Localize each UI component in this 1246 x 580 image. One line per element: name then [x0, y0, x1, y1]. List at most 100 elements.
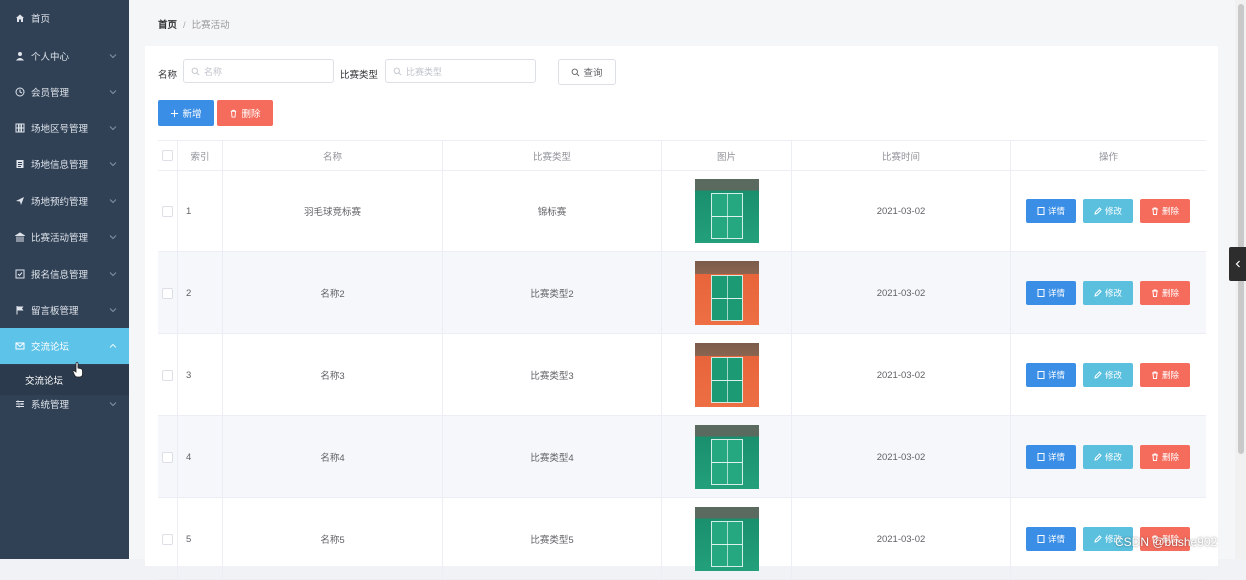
select-all-checkbox[interactable] — [162, 150, 173, 161]
sidebar-item-label: 场地信息管理 — [31, 160, 89, 171]
detail-button-label: 详情 — [1047, 370, 1065, 380]
name-search-input[interactable]: 名称 — [183, 59, 334, 83]
edit-button[interactable]: 修改 — [1083, 199, 1133, 223]
edit-button[interactable]: 修改 — [1083, 363, 1133, 387]
row-checkbox[interactable] — [162, 205, 173, 217]
court-thumbnail[interactable] — [694, 179, 759, 243]
row-checkbox[interactable] — [162, 533, 173, 545]
name-search-label: 名称 — [158, 70, 178, 81]
sidebar-item-system[interactable]: 系统管理 — [0, 386, 129, 422]
chevron-down-icon — [109, 162, 117, 167]
sidebar-item-home[interactable]: 首页 — [0, 0, 129, 36]
sidebar: 首页 个人中心 会员管理 场地区号管理 场地信息管理 场地预约管理 比赛活动管理… — [0, 0, 129, 559]
detail-button[interactable]: 详情 — [1026, 363, 1076, 387]
row-select-cell[interactable] — [158, 498, 178, 580]
row-select-cell[interactable] — [158, 252, 178, 334]
court-thumbnail[interactable] — [694, 343, 759, 407]
type-cell: 比赛类型2 — [443, 252, 662, 334]
court-thumbnail[interactable] — [694, 261, 759, 325]
delete-button[interactable]: 删除 — [1140, 281, 1190, 305]
court-thumbnail[interactable] — [694, 507, 759, 571]
detail-button[interactable]: 详情 — [1026, 281, 1076, 305]
trash-icon — [231, 109, 237, 118]
row-checkbox[interactable] — [162, 287, 173, 299]
detail-button[interactable]: 详情 — [1026, 527, 1076, 551]
sidebar-item-venue-info[interactable]: 场地信息管理 — [0, 146, 129, 182]
sidebar-item-match-activity[interactable]: 比赛活动管理 — [0, 219, 129, 255]
panel-collapse-handle[interactable] — [1229, 247, 1246, 281]
doc-icon — [14, 158, 26, 170]
settings-icon — [14, 398, 26, 410]
time-cell: 2021-03-02 — [792, 334, 1011, 416]
sidebar-item-label: 首页 — [31, 14, 51, 25]
delete-button[interactable]: 删除 — [1140, 363, 1190, 387]
sidebar-item-signup-info[interactable]: 报名信息管理 — [0, 256, 129, 292]
delete-button[interactable]: 删除 — [1140, 199, 1190, 223]
header-select-all[interactable] — [158, 141, 178, 170]
name-cell: 名称4 — [223, 416, 443, 498]
edit-icon — [1094, 371, 1102, 379]
user-icon — [14, 50, 26, 62]
add-button[interactable]: 新增 — [158, 100, 214, 126]
delete-button-label: 删除 — [1161, 452, 1179, 462]
chevron-down-icon — [109, 272, 117, 277]
sidebar-item-forum[interactable]: 交流论坛 — [0, 328, 129, 364]
court-thumbnail[interactable] — [694, 425, 759, 489]
time-cell: 2021-03-02 — [792, 416, 1011, 498]
bulk-delete-button-label: 删除 — [241, 109, 261, 120]
court-area — [710, 521, 743, 567]
sidebar-subitem-label: 交流论坛 — [25, 376, 64, 387]
add-button-label: 新增 — [182, 109, 202, 120]
chevron-down-icon — [109, 308, 117, 313]
mail-icon — [14, 340, 26, 352]
delete-button[interactable]: 删除 — [1140, 445, 1190, 469]
actions-cell: 详情 修改 删除 — [1011, 252, 1206, 334]
sidebar-item-member[interactable]: 会员管理 — [0, 74, 129, 110]
query-button[interactable]: 查询 — [558, 59, 616, 85]
edit-button[interactable]: 修改 — [1083, 445, 1133, 469]
edit-icon — [1094, 535, 1102, 543]
query-button-label: 查询 — [583, 68, 603, 79]
header-name: 名称 — [223, 141, 443, 170]
sidebar-item-venue-booking[interactable]: 场地预约管理 — [0, 183, 129, 219]
detail-button[interactable]: 详情 — [1026, 199, 1076, 223]
detail-button-label: 详情 — [1047, 452, 1065, 462]
sidebar-item-personal-center[interactable]: 个人中心 — [0, 38, 129, 74]
row-select-cell[interactable] — [158, 334, 178, 416]
name-cell: 名称3 — [223, 334, 443, 416]
chevron-up-icon — [109, 343, 117, 348]
actions-cell: 详情 修改 删除 — [1011, 334, 1206, 416]
sidebar-item-venue-zone[interactable]: 场地区号管理 — [0, 110, 129, 146]
sidebar-item-label: 交流论坛 — [31, 342, 70, 353]
edit-button-label: 修改 — [1104, 370, 1122, 380]
sidebar-item-message-board[interactable]: 留言板管理 — [0, 292, 129, 328]
table-row: 2 名称2 比赛类型2 2021-03-02 详情 修改 删除 — [158, 252, 1206, 334]
scroll-thumb[interactable] — [1238, 4, 1244, 454]
chevron-down-icon — [109, 54, 117, 59]
name-cell: 名称5 — [223, 498, 443, 580]
row-select-cell[interactable] — [158, 170, 178, 252]
edit-button[interactable]: 修改 — [1083, 281, 1133, 305]
chevron-left-icon — [1235, 260, 1240, 268]
court-area — [710, 439, 743, 485]
chevron-down-icon — [109, 199, 117, 204]
sidebar-item-label: 场地区号管理 — [31, 124, 89, 135]
trash-icon — [1151, 371, 1158, 379]
row-checkbox[interactable] — [162, 451, 173, 463]
breadcrumb: 首页 / 比赛活动 — [158, 17, 230, 31]
edit-icon — [1094, 289, 1102, 297]
edit-icon — [1094, 453, 1102, 461]
bank-icon — [14, 231, 26, 243]
delete-button-label: 删除 — [1161, 206, 1179, 216]
index-cell: 3 — [178, 334, 223, 416]
row-select-cell[interactable] — [158, 416, 178, 498]
detail-button[interactable]: 详情 — [1026, 445, 1076, 469]
name-search-placeholder: 名称 — [204, 66, 223, 77]
type-search-placeholder: 比赛类型 — [406, 66, 443, 77]
actions-cell: 详情 修改 删除 — [1011, 170, 1206, 252]
breadcrumb-home[interactable]: 首页 — [158, 20, 177, 31]
court-center-line — [726, 194, 728, 238]
type-search-input[interactable]: 比赛类型 — [385, 59, 536, 83]
bulk-delete-button[interactable]: 删除 — [217, 100, 273, 126]
row-checkbox[interactable] — [162, 369, 173, 381]
